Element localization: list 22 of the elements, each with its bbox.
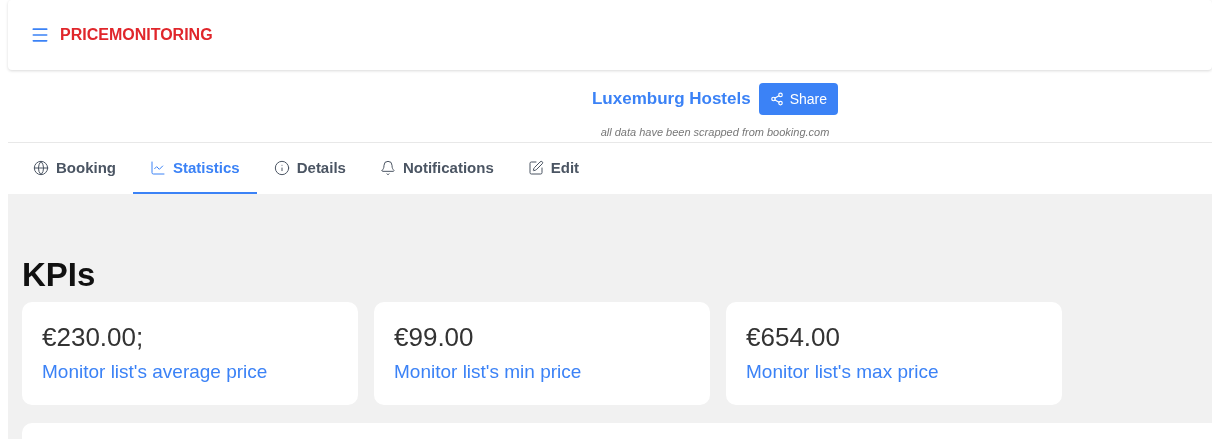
- kpi-label: Monitor list's max price: [746, 361, 940, 383]
- tab[interactable]: Booking: [16, 143, 133, 194]
- info-icon: [273, 159, 290, 176]
- menu-icon[interactable]: [30, 25, 50, 45]
- source-note: all data have been scrapped from booking.com: [600, 126, 830, 138]
- kpi-value: €99.00: [394, 322, 475, 353]
- tab[interactable]: Edit: [510, 143, 597, 194]
- tab[interactable]: Details: [256, 143, 363, 194]
- page-title: Luxemburg Hostels: [591, 89, 751, 109]
- section-heading: KPIs: [22, 256, 97, 294]
- kpi-value: €230.00;: [42, 322, 145, 353]
- line-chart-icon: [150, 159, 166, 176]
- edit-icon: [527, 159, 544, 176]
- globe-icon: [33, 159, 49, 176]
- bell-icon: [379, 159, 396, 176]
- tab[interactable]: Notifications: [362, 143, 511, 194]
- brand-name: PRICEMONITORING: [60, 26, 213, 44]
- kpi-label: Monitor list's average price: [42, 361, 269, 383]
- share-button[interactable]: Share: [758, 83, 839, 115]
- kpi-label: Monitor list's min price: [394, 361, 583, 383]
- share-icon: [769, 92, 784, 106]
- kpi-value: €654.00: [746, 322, 841, 353]
